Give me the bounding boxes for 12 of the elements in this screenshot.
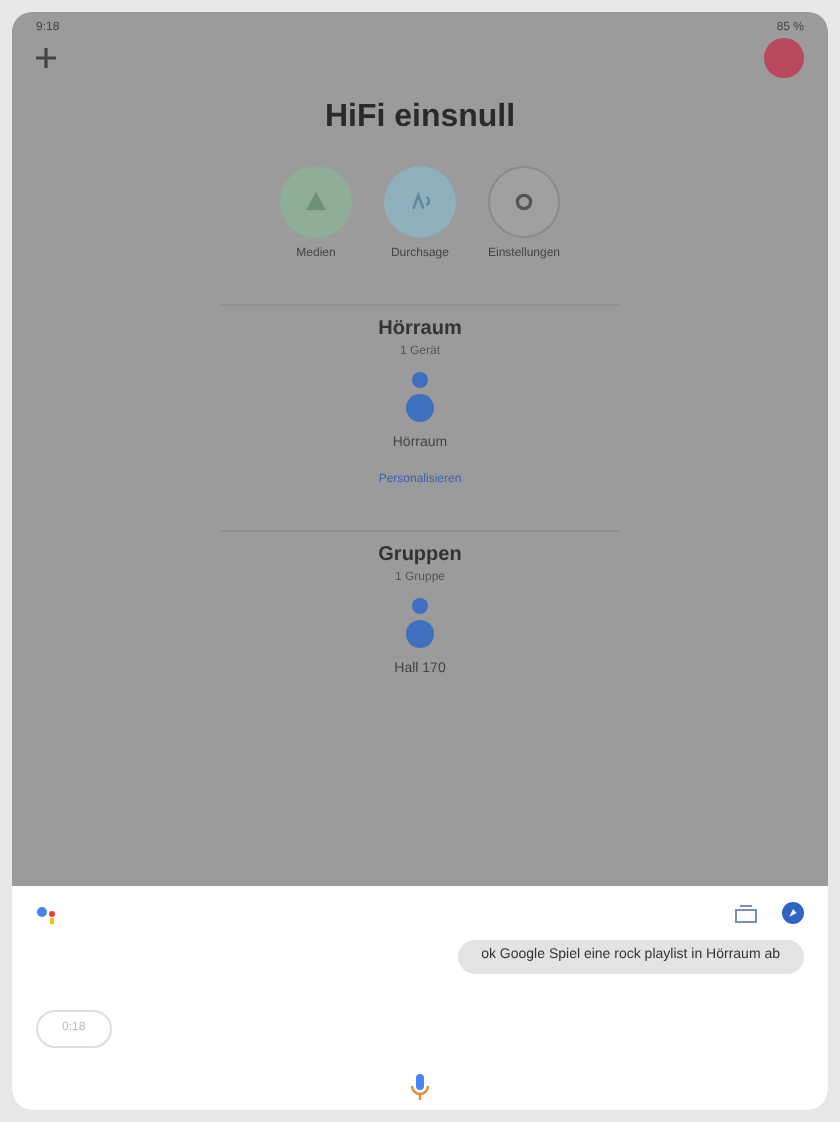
avatar[interactable]: [764, 38, 804, 78]
settings-icon[interactable]: [488, 166, 560, 238]
speaker-icon: [404, 595, 436, 651]
assistant-icon: [36, 903, 60, 923]
section-title: Gruppen: [378, 541, 462, 569]
add-icon[interactable]: [36, 48, 56, 68]
speaker-icon: [404, 370, 436, 426]
home-title: HiFi einsnull: [324, 98, 516, 138]
section-title: Hörraum: [378, 316, 462, 344]
tray-icon[interactable]: [734, 903, 758, 923]
microphone-icon[interactable]: [410, 1074, 430, 1102]
compass-icon[interactable]: [782, 902, 804, 924]
